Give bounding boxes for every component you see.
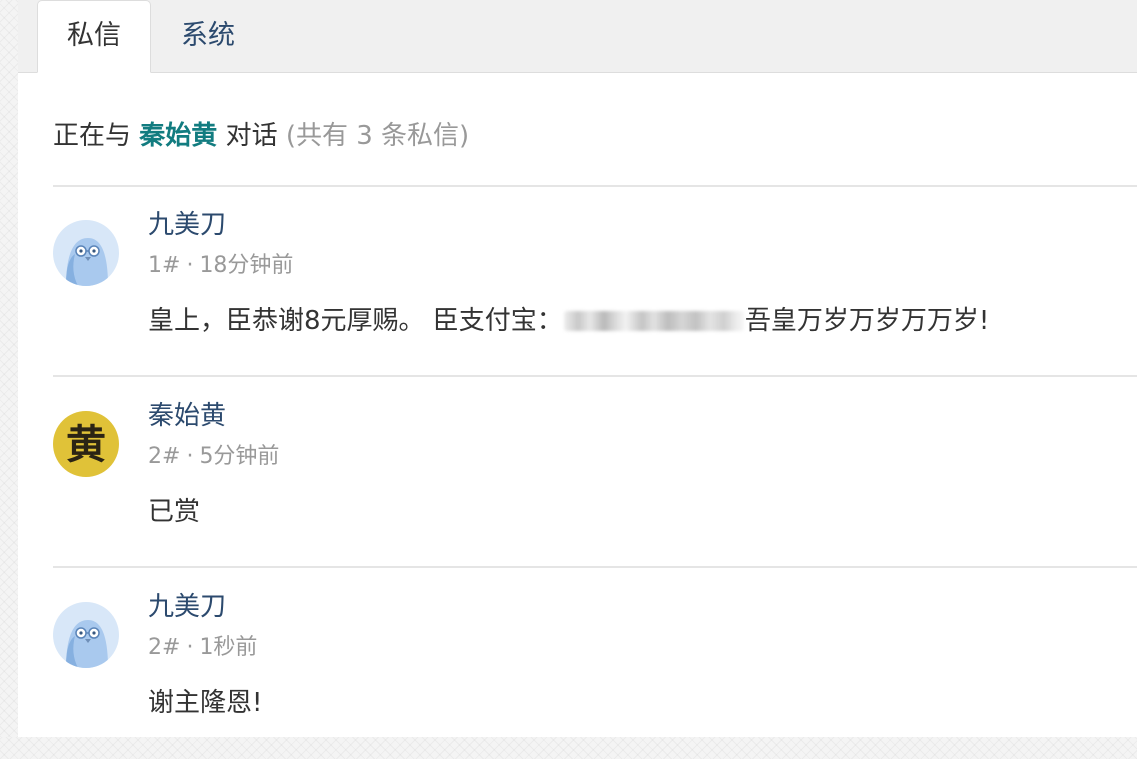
message-author[interactable]: 九美刀 — [148, 205, 226, 245]
conversation-heading: 正在与 秦始黄 对话 (共有 3 条私信) — [53, 114, 469, 158]
meta-separator: · — [186, 444, 194, 469]
meta-separator: · — [186, 635, 194, 660]
message-index: 2# — [148, 635, 181, 660]
bird-avatar[interactable] — [53, 220, 119, 286]
message-meta: 1# · 18分钟前 — [148, 249, 293, 283]
message-meta: 2# · 5分钟前 — [148, 440, 279, 474]
heading-suffix: 对话 — [225, 121, 278, 151]
message-index: 1# — [148, 253, 181, 278]
divider — [53, 566, 1137, 568]
message-author[interactable]: 九美刀 — [148, 587, 226, 627]
tab-system[interactable]: 系统 — [151, 0, 265, 72]
heading-prefix: 正在与 — [53, 121, 132, 151]
message-count: (共有 3 条私信) — [285, 121, 470, 151]
bird-icon — [66, 238, 108, 286]
huang-avatar[interactable]: 黄 — [53, 411, 119, 477]
message-text-start: 皇上，臣恭谢8元厚赐。 臣支付宝： — [148, 306, 563, 336]
bird-avatar[interactable] — [53, 602, 119, 668]
meta-separator: · — [186, 253, 194, 278]
tab-bar: 私信 系统 — [18, 0, 1137, 73]
huang-character-icon: 黄 — [66, 421, 106, 468]
redacted-account — [563, 311, 744, 331]
message-body: 皇上，臣恭谢8元厚赐。 臣支付宝： 吾皇万岁万岁万万岁! — [148, 299, 989, 343]
tab-private-messages[interactable]: 私信 — [37, 0, 151, 73]
divider — [53, 375, 1137, 377]
message-time: 5分钟前 — [199, 444, 280, 469]
message-item: 黄 秦始黄 2# · 5分钟前 已赏 — [18, 378, 1137, 568]
avatar-glyph: 黄 — [66, 421, 106, 468]
message-index: 2# — [148, 444, 181, 469]
message-time: 18分钟前 — [199, 253, 294, 278]
message-meta: 2# · 1秒前 — [148, 631, 257, 665]
message-body: 谢主隆恩! — [148, 688, 263, 718]
message-body: 已赏 — [148, 497, 201, 527]
bird-icon — [66, 620, 108, 668]
message-item: 九美刀 1# · 18分钟前 皇上，臣恭谢8元厚赐。 臣支付宝： 吾皇万岁万岁万万岁! — [18, 187, 1137, 377]
message-item: 九美刀 2# · 1秒前 谢主隆恩! — [18, 569, 1137, 759]
message-text-end: 吾皇万岁万岁万万岁! — [744, 306, 990, 336]
partner-name[interactable]: 秦始黄 — [139, 121, 217, 151]
message-author[interactable]: 秦始黄 — [148, 396, 226, 436]
message-time: 1秒前 — [199, 635, 258, 660]
messages-panel: 私信 系统 正在与 秦始黄 对话 (共有 3 条私信) 九美刀 1# · 18分钟前 — [18, 0, 1137, 737]
